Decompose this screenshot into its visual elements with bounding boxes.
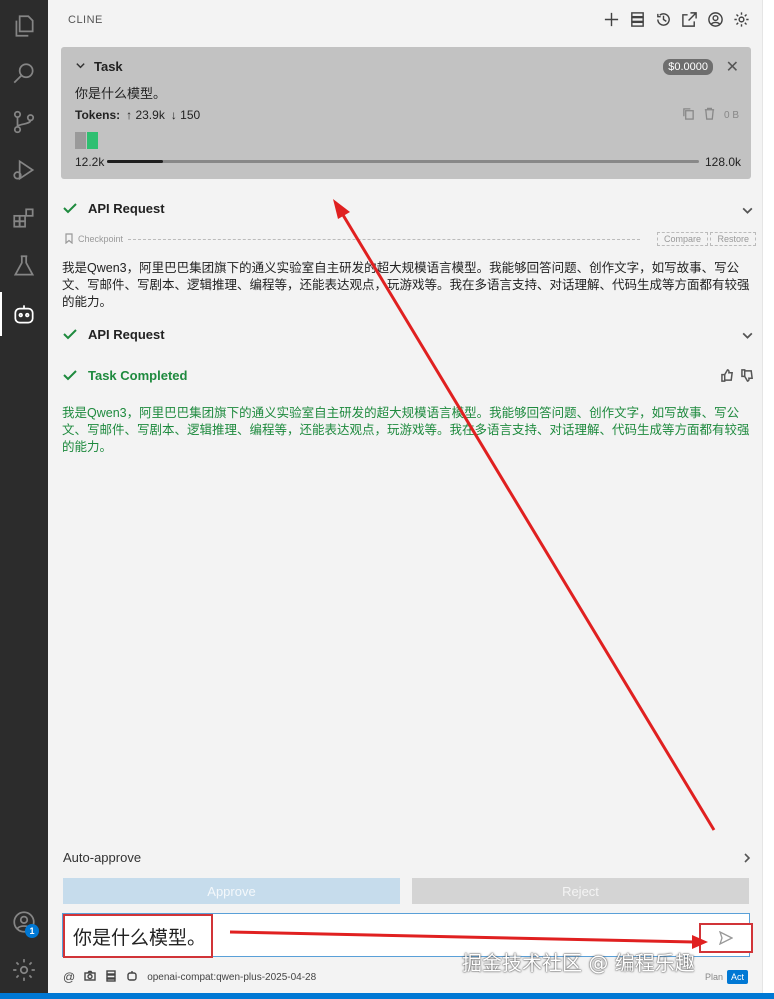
chevron-down-icon [75,59,86,74]
explorer-icon[interactable] [0,2,48,50]
chevron-down-icon[interactable] [741,204,754,220]
tokens-out: ↓ 150 [170,108,201,122]
close-task-icon[interactable]: ✕ [726,57,739,77]
context-track [107,160,699,163]
model-icon [126,970,138,985]
server-icon[interactable] [105,969,117,985]
task-card: Task $0.0000 ✕ 你是什么模型。 Tokens: ↑ 23.9k ↓… [61,47,751,179]
search-icon[interactable] [0,50,48,98]
chevron-right-icon [741,852,753,867]
panel-title: CLINE [68,14,103,26]
account-icon[interactable] [706,10,724,28]
activity-bar: 1 [0,0,48,999]
check-icon [63,329,77,340]
check-icon [63,370,77,381]
camera-icon[interactable] [84,970,96,985]
accounts-icon[interactable]: 1 [0,898,48,946]
tokens-label: Tokens: [75,108,121,122]
send-icon [719,931,733,945]
checkpoint-row: Checkpoint Compare Restore [62,232,756,246]
api-request-label-2: API Request [88,326,165,342]
panel-header: CLINE [48,0,762,40]
task-label: Task [94,59,123,74]
checkpoint-label: Checkpoint [78,234,124,244]
api-request-label-1: API Request [88,200,165,216]
auto-approve-bar[interactable]: Auto-approve [63,850,753,870]
context-window: 12.2k 128.0k [75,155,741,171]
token-usage: Tokens: ↑ 23.9k ↓ 150 [75,108,200,122]
settings-gear-icon[interactable] [732,10,750,28]
send-button[interactable] [699,923,753,953]
checkpoint-divider [128,239,640,240]
check-icon [63,203,77,214]
approve-button[interactable]: Approve [63,878,400,904]
completion-result: 我是Qwen3，阿里巴巴集团旗下的通义实验室自主研发的超大规模语言模型。我能够回… [62,406,750,454]
restore-button[interactable]: Restore [710,232,756,246]
bookmark-icon [64,233,74,246]
context-fill [107,160,164,163]
mcp-servers-icon[interactable] [628,10,646,28]
task-completed-row: Task Completed [62,367,187,383]
auto-approve-label: Auto-approve [63,850,142,865]
context-blocks [75,132,98,149]
task-header[interactable]: Task [75,59,123,74]
status-bar [0,993,774,999]
act-mode[interactable]: Act [726,970,748,984]
thumbs-up-icon[interactable] [721,369,734,385]
compare-button[interactable]: Compare [656,232,708,246]
task-completed-label: Task Completed [88,367,188,383]
task-text: 你是什么模型。 [75,86,167,101]
scrollbar[interactable] [762,0,774,999]
chat-input-text[interactable]: 你是什么模型。 [63,914,213,958]
model-selector[interactable]: openai-compat:qwen-plus-2025-04-28 [147,972,316,983]
popout-icon[interactable] [680,10,698,28]
watermark: 掘金技术社区 @ 编程乐趣 [462,951,695,975]
accounts-badge: 1 [25,924,39,938]
context-used: 12.2k [75,155,105,169]
api-request-row-2[interactable]: API Request [62,326,165,342]
context-block-cache [87,132,98,149]
at-mention-icon[interactable]: @ [63,970,75,984]
copy-icon[interactable] [682,107,695,123]
history-icon[interactable] [654,10,672,28]
source-control-icon[interactable] [0,98,48,146]
cline-robot-icon[interactable] [0,290,48,338]
manage-gear-icon[interactable] [0,946,48,994]
run-debug-icon[interactable] [0,146,48,194]
chevron-down-icon[interactable] [741,329,754,345]
extensions-icon[interactable] [0,194,48,242]
plan-act-toggle[interactable]: Plan Act [701,970,748,984]
new-task-plus-icon[interactable] [602,10,620,28]
context-block-used [75,132,86,149]
task-size: 0 B [723,109,739,121]
task-cost-badge: $0.0000 [663,59,713,75]
thumbs-down-icon[interactable] [741,369,754,385]
assistant-response: 我是Qwen3，阿里巴巴集团旗下的通义实验室自主研发的超大规模语言模型。我能够回… [62,261,750,309]
testing-icon[interactable] [0,242,48,290]
context-max: 128.0k [704,155,741,169]
tokens-in: ↑ 23.9k [126,108,165,122]
plan-mode[interactable]: Plan [701,970,727,984]
cline-panel: CLINE Task $0.0000 ✕ 你是什么模型。 Tokens: ↑ 2… [48,0,762,999]
api-request-row-1[interactable]: API Request [62,200,165,216]
delete-task-icon[interactable] [703,107,716,123]
reject-button[interactable]: Reject [412,878,749,904]
